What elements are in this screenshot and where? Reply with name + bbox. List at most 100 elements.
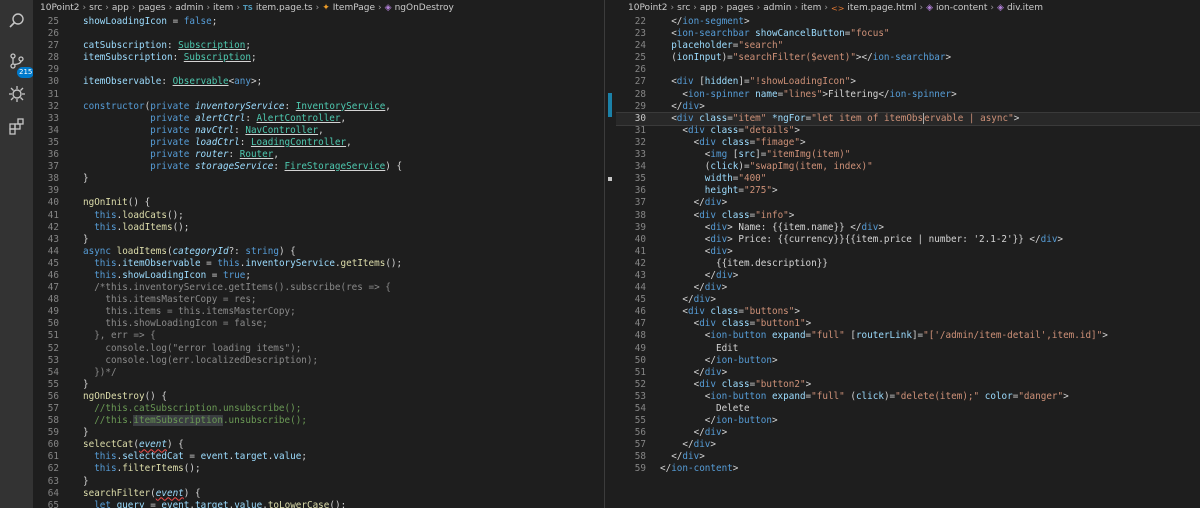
code-line[interactable]: 23 <ion-searchbar showCancelButton="focu… [616, 28, 1200, 40]
code-line[interactable]: 44 async loadItems(categoryId?: string) { [33, 246, 604, 258]
code-line[interactable]: 62 this.filterItems(); [33, 463, 604, 475]
code-line[interactable]: 55} [33, 379, 604, 391]
breadcrumb-item[interactable]: ion-content [936, 3, 987, 13]
code-line[interactable]: 57 //this.catSubscription.unsubscribe(); [33, 403, 604, 415]
breadcrumb-item[interactable]: admin [763, 3, 791, 13]
code-line[interactable]: 49 Edit [616, 343, 1200, 355]
code-line[interactable]: 47 /*this.inventoryService.getItems().su… [33, 282, 604, 294]
code-line[interactable]: 30 itemObservable: Observable<any>; [33, 76, 604, 88]
code-line[interactable]: 42 {{item.description}} [616, 258, 1200, 270]
breadcrumb-item[interactable]: src [677, 3, 690, 13]
code-line[interactable]: 35 private loadCtrl: LoadingController, [33, 137, 604, 149]
code-line[interactable]: 26 [33, 28, 604, 40]
code-line[interactable]: 36 private router: Router, [33, 149, 604, 161]
code-area[interactable]: 25 showLoadingIcon = false; 26 27 catSubscri… [33, 16, 604, 508]
code-line[interactable]: 60 selectCat(event) { [33, 439, 604, 451]
source-control-icon[interactable]: 215 [0, 44, 35, 78]
editor-left[interactable]: 10Point2 › src › app › pages › admin › item › TS item… [33, 0, 604, 508]
breadcrumb-item[interactable]: item [801, 3, 821, 13]
breadcrumb-item[interactable]: admin [175, 3, 203, 13]
code-line[interactable]: 57 </div> [616, 439, 1200, 451]
code-line[interactable]: 31 [33, 89, 604, 101]
breadcrumb-item[interactable]: 10Point2 [40, 3, 80, 13]
code-line[interactable]: 25 showLoadingIcon = false; [33, 16, 604, 28]
breadcrumb-item[interactable]: item [213, 3, 233, 13]
code-line[interactable]: 34 private navCtrl: NavController, [33, 125, 604, 137]
code-line[interactable]: 32 constructor(private inventoryService: … [33, 101, 604, 113]
code-line[interactable]: 26 [616, 64, 1200, 76]
code-line[interactable]: 63} [33, 476, 604, 488]
code-line[interactable]: 22 </ion-segment> [616, 16, 1200, 28]
code-line[interactable]: 41 <div> [616, 246, 1200, 258]
code-line[interactable]: 27 <div [hidden]="!showLoadingIcon"> [616, 76, 1200, 88]
code-line[interactable]: 35 width="400" [616, 173, 1200, 185]
code-line[interactable]: 37 private storageService: FireStorageSe… [33, 161, 604, 173]
code-line[interactable]: 41 this.loadCats(); [33, 210, 604, 222]
code-line[interactable]: 28 <ion-spinner name="lines">Filtering</… [616, 89, 1200, 101]
code-line[interactable]: 29 [33, 64, 604, 76]
code-line[interactable]: 45 </div> [616, 294, 1200, 306]
editor-right[interactable]: 10Point2 › src › app › pages › admin › item › <> item… [616, 0, 1200, 508]
code-line[interactable]: 59} [33, 427, 604, 439]
code-line[interactable]: 30 <div class="item" *ngFor="let item of… [616, 111, 1200, 126]
code-line[interactable]: 55 </ion-button> [616, 415, 1200, 427]
code-line[interactable]: 59 </ion-content> [616, 463, 1200, 475]
breadcrumb-item[interactable]: item.page.ts [256, 3, 313, 13]
debug-icon[interactable] [0, 77, 33, 110]
code-line[interactable]: 52 console.log("error loading items"); [33, 343, 604, 355]
breadcrumb-item[interactable]: src [89, 3, 102, 13]
code-line[interactable]: 51 </div> [616, 367, 1200, 379]
code-line[interactable]: 54 Delete [616, 403, 1200, 415]
code-line[interactable]: 43 </div> [616, 270, 1200, 282]
code-line[interactable]: 24 placeholder="search" [616, 40, 1200, 52]
code-area[interactable]: 22 </ion-segment> 23 <ion-searchbar showC… [616, 16, 1200, 476]
code-line[interactable]: 46 this.showLoadingIcon = true; [33, 270, 604, 282]
code-line[interactable]: 44 </div> [616, 282, 1200, 294]
code-line[interactable]: 48 this.itemsMasterCopy = res; [33, 294, 604, 306]
code-line[interactable]: 58 //this.itemSubscription.unsubscribe()… [33, 415, 604, 427]
code-line[interactable]: 28 itemSubscription: Subscription; [33, 52, 604, 64]
code-line[interactable]: 31 <div class="details"> [616, 125, 1200, 137]
breadcrumb-item[interactable]: pages [138, 3, 165, 13]
code-line[interactable]: 45 this.itemObservable = this.inventoryS… [33, 258, 604, 270]
code-line[interactable]: 65 let query = event.target.value.toLowe… [33, 500, 604, 508]
code-line[interactable]: 33 private alertCtrl: AlertController, [33, 113, 604, 125]
code-line[interactable]: 58 </div> [616, 451, 1200, 463]
code-line[interactable]: 40 <div> Price: {{currency}}{{item.price… [616, 234, 1200, 246]
code-line[interactable]: 36 height="275"> [616, 185, 1200, 197]
code-line[interactable]: 38} [33, 173, 604, 185]
code-line[interactable]: 29 </div> [616, 101, 1200, 113]
code-line[interactable]: 49 this.items = this.itemsMasterCopy; [33, 306, 604, 318]
breadcrumb-item[interactable]: ItemPage [333, 3, 375, 13]
breadcrumb-item[interactable]: 10Point2 [628, 3, 668, 13]
code-line[interactable]: 61 this.selectedCat = event.target.value… [33, 451, 604, 463]
code-line[interactable]: 64 searchFilter(event) { [33, 488, 604, 500]
breadcrumb-item[interactable]: div.item [1007, 3, 1043, 13]
code-line[interactable]: 52 <div class="button2"> [616, 379, 1200, 391]
code-line[interactable]: 56 </div> [616, 427, 1200, 439]
code-line[interactable]: 48 <ion-button expand="full" [routerLink… [616, 330, 1200, 342]
breadcrumb-item[interactable]: app [700, 3, 717, 13]
code-line[interactable]: 51 }, err => { [33, 330, 604, 342]
code-line[interactable]: 46 <div class="buttons"> [616, 306, 1200, 318]
code-line[interactable]: 53 <ion-button expand="full" (click)="de… [616, 391, 1200, 403]
code-line[interactable]: 27 catSubscription: Subscription; [33, 40, 604, 52]
breadcrumb-item[interactable]: item.page.html [847, 3, 916, 13]
breadcrumb-item[interactable]: app [112, 3, 129, 13]
code-line[interactable]: 34 (click)="swapImg(item, index)" [616, 161, 1200, 173]
code-line[interactable]: 32 <div class="fimage"> [616, 137, 1200, 149]
code-line[interactable]: 25 (ionInput)="searchFilter($event)"></i… [616, 52, 1200, 64]
code-line[interactable]: 37 </div> [616, 197, 1200, 209]
code-line[interactable]: 38 <div class="info"> [616, 210, 1200, 222]
code-line[interactable]: 40 ngOnInit() { [33, 197, 604, 209]
breadcrumb-item[interactable]: pages [726, 3, 753, 13]
code-line[interactable]: 53 console.log(err.localizedDescription)… [33, 355, 604, 367]
breadcrumb-item[interactable]: ngOnDestroy [395, 3, 454, 13]
code-line[interactable]: 33 <img [src]="itemImg(item)" [616, 149, 1200, 161]
code-line[interactable]: 42 this.loadItems(); [33, 222, 604, 234]
code-line[interactable]: 50 this.showLoadingIcon = false; [33, 318, 604, 330]
code-line[interactable]: 39 <div> Name: {{item.name}} </div> [616, 222, 1200, 234]
code-line[interactable]: 54 })*/ [33, 367, 604, 379]
extensions-icon[interactable] [0, 110, 33, 143]
search-icon[interactable] [0, 4, 33, 37]
